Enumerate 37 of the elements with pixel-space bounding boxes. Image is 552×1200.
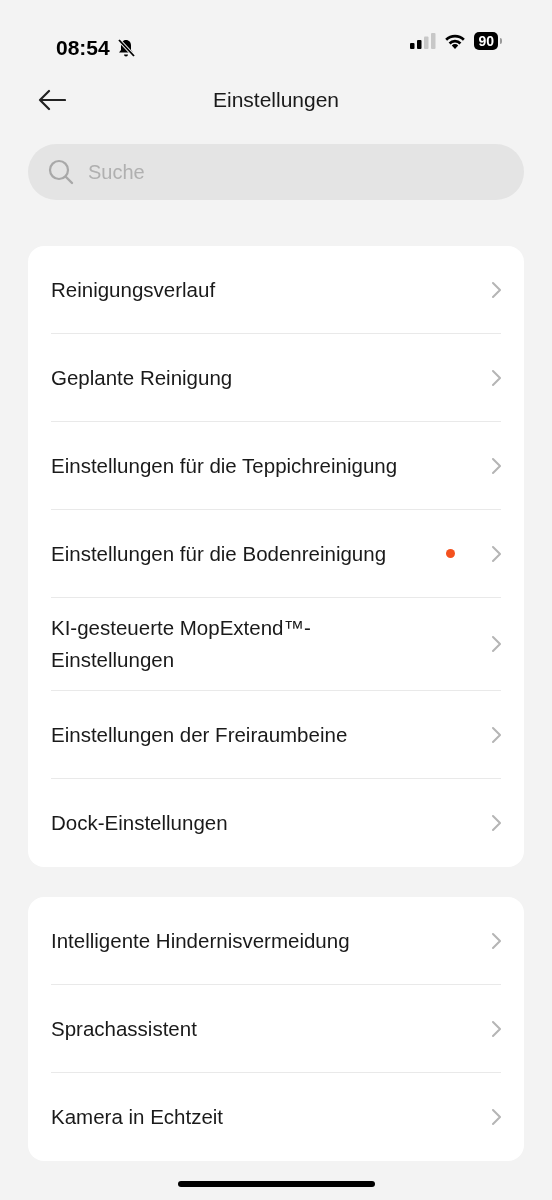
chevron-icon (491, 368, 501, 387)
item-label: Einstellungen für die Teppichreinigung (51, 452, 399, 479)
wifi-icon (444, 32, 467, 50)
item-label: Reinigungsverlauf (51, 276, 217, 303)
chevron-icon (491, 931, 501, 950)
settings-item[interactable]: Einstellungen für die Teppichreinigung (51, 422, 501, 510)
status-time: 08:54 (56, 35, 110, 61)
chevron-icon (491, 814, 501, 832)
item-label: Intelligente Hindernisvermeidung (51, 927, 351, 954)
item-label: Kamera in Echtzeit (51, 1104, 225, 1130)
item-label: KI-gesteuerte MopExtend™-Einstellungen (51, 615, 312, 673)
item-label: Einstellungen für die Bodenreinigung (51, 540, 388, 567)
chevron-icon (491, 1019, 501, 1038)
battery-level: 90 (474, 32, 498, 50)
settings-item[interactable]: Reinigungsverlauf (51, 246, 501, 334)
settings-item[interactable]: Einstellungen der Freiraumbeine (51, 691, 501, 779)
settings-item[interactable]: Kamera in Echtzeit (51, 1073, 501, 1161)
chevron-icon (491, 280, 501, 299)
chevron-icon (491, 456, 501, 475)
item-label: Geplante Reinigung (51, 364, 234, 391)
search-icon (48, 159, 74, 185)
settings-item[interactable]: Einstellungen für die Bodenreinigung (51, 510, 501, 598)
settings-item[interactable]: Geplante Reinigung (51, 334, 501, 422)
settings-item[interactable]: Sprachassistent (51, 985, 501, 1073)
item-label: Dock-Einstellungen (51, 810, 229, 836)
page-title: Einstellungen (212, 87, 340, 114)
settings-item[interactable]: Dock-Einstellungen (51, 779, 501, 867)
settings-item[interactable]: Intelligente Hindernisvermeidung (51, 897, 501, 985)
settings-item[interactable]: KI-gesteuerte MopExtend™-Einstellungen (51, 598, 501, 691)
signal-icon (410, 33, 437, 49)
item-label: Sprachassistent (51, 1015, 198, 1042)
chevron-icon (491, 544, 501, 563)
chevron-icon (491, 635, 501, 653)
chevron-icon (491, 725, 501, 744)
chevron-icon (491, 1108, 501, 1126)
back-arrow-icon[interactable] (38, 89, 66, 111)
item-label: Einstellungen der Freiraumbeine (51, 721, 349, 748)
